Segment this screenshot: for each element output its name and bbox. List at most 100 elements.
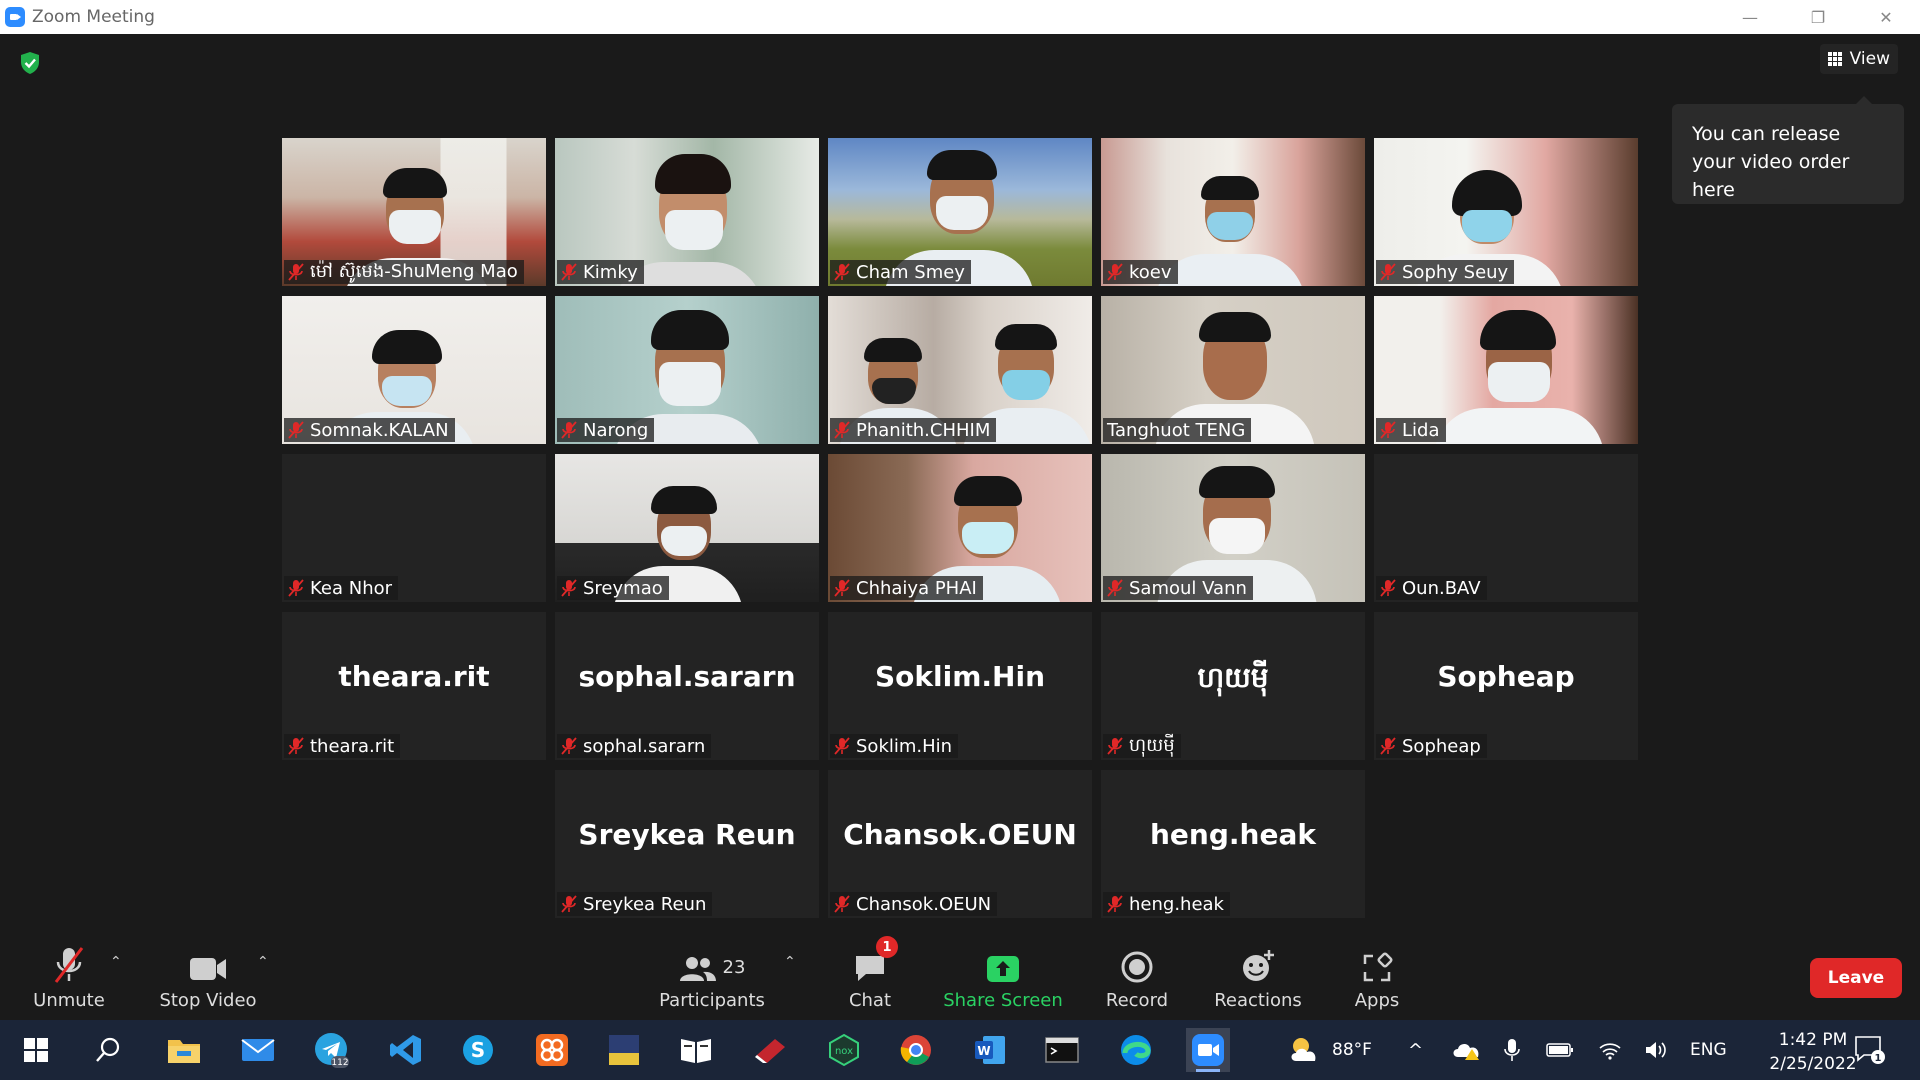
language-indicator[interactable]: ENG — [1690, 1020, 1727, 1080]
participant-name-tag: heng.heak — [1103, 892, 1230, 916]
taskbar-chrome[interactable] — [894, 1028, 938, 1072]
participant-tile[interactable]: Cham Smey — [828, 138, 1092, 286]
participant-name-tag: Lida — [1376, 418, 1446, 442]
notifications-button[interactable]: 1 — [1854, 1020, 1886, 1080]
taskbar-app-eraser[interactable] — [748, 1028, 792, 1072]
participant-tile[interactable]: Chhaiya PHAI — [828, 454, 1092, 602]
view-button[interactable]: View — [1819, 44, 1898, 74]
participant-name: Sophy Seuy — [1402, 261, 1509, 283]
taskbar-file-explorer[interactable] — [162, 1028, 206, 1072]
muted-mic-icon — [561, 737, 577, 755]
participant-tile[interactable]: Somnak.KALAN — [282, 296, 546, 444]
taskbar-vscode[interactable] — [384, 1028, 428, 1072]
participant-name: Oun.BAV — [1402, 577, 1481, 599]
telegram-badge: 112 — [331, 1058, 348, 1068]
taskbar-app-caldb[interactable] — [602, 1028, 646, 1072]
muted-mic-icon — [1107, 895, 1123, 913]
share-screen-button[interactable]: Share Screen — [943, 940, 1063, 1020]
chevron-up-icon: ^ — [1408, 1039, 1424, 1061]
participant-tile[interactable]: Kea Nhor — [282, 454, 546, 602]
show-hidden-icons-button[interactable]: ^ — [1408, 1020, 1423, 1080]
participant-name: ម៉ៅ ស៊ូមេង-ShuMeng Mao — [310, 260, 518, 282]
microphone-tray[interactable] — [1504, 1020, 1520, 1080]
network-tray[interactable] — [1598, 1020, 1622, 1080]
close-button[interactable]: ✕ — [1852, 0, 1920, 34]
participant-name: Kimky — [583, 261, 638, 283]
participant-tile[interactable]: Phanith.CHHIM — [828, 296, 1092, 444]
wifi-icon — [1599, 1043, 1621, 1060]
taskbar-mail[interactable] — [236, 1028, 280, 1072]
chat-unread-badge: 1 — [876, 936, 898, 958]
participants-button[interactable]: 23 Participants — [659, 940, 765, 1020]
taskbar-app-orange[interactable] — [530, 1028, 574, 1072]
participant-tile[interactable]: heng.heak heng.heak — [1101, 770, 1365, 918]
participant-tile[interactable]: Soklim.Hin Soklim.Hin — [828, 612, 1092, 760]
reactions-button[interactable]: Reactions — [1210, 940, 1306, 1020]
record-button[interactable]: Record — [1100, 940, 1174, 1020]
participant-tile[interactable]: Narong — [555, 296, 819, 444]
participant-name-tag: Soklim.Hin — [830, 734, 959, 758]
muted-mic-icon — [561, 263, 577, 281]
leave-button[interactable]: Leave — [1810, 958, 1902, 998]
taskbar-search-button[interactable] — [86, 1028, 130, 1072]
participant-tile[interactable]: ហុយមុី ហុយមុី — [1101, 612, 1365, 760]
participant-tile[interactable]: Lida — [1374, 296, 1638, 444]
weather-widget[interactable]: 88°F — [1288, 1020, 1372, 1080]
participant-tile[interactable]: Sreykea Reun Sreykea Reun — [555, 770, 819, 918]
participant-tile[interactable]: Samoul Vann — [1101, 454, 1365, 602]
stop-video-button[interactable]: Stop Video — [155, 940, 261, 1020]
apps-button[interactable]: Apps — [1350, 940, 1404, 1020]
muted-mic-icon — [1380, 421, 1396, 439]
notification-center-icon: 1 — [1855, 1036, 1885, 1064]
participant-name: Tanghuot TENG — [1107, 419, 1246, 441]
start-button[interactable] — [14, 1028, 58, 1072]
onedrive-tray[interactable] — [1452, 1020, 1482, 1080]
taskbar-app-book[interactable] — [674, 1028, 718, 1072]
video-options-caret-icon[interactable]: ⌃ — [257, 954, 271, 970]
weather-partly-cloudy-icon — [1291, 1038, 1316, 1061]
taskbar-telegram[interactable]: 112 — [310, 1028, 354, 1072]
minimize-button[interactable]: — — [1716, 0, 1784, 34]
windows-logo-icon — [24, 1038, 48, 1062]
unmute-button[interactable]: Unmute — [28, 940, 110, 1020]
participant-tile[interactable]: Kimky — [555, 138, 819, 286]
participant-name-tag: Sreykea Reun — [557, 892, 713, 916]
battery-tray[interactable] — [1546, 1020, 1574, 1080]
meeting-toolbar: Unmute ⌃ Stop Video ⌃ 23 Participants ⌃ … — [0, 936, 1920, 1020]
audio-options-caret-icon[interactable]: ⌃ — [110, 954, 124, 970]
taskbar-clock[interactable]: 1:42 PM 2/25/2022 — [1758, 1028, 1868, 1076]
participant-tile[interactable]: sophal.sararn sophal.sararn — [555, 612, 819, 760]
taskbar-terminal[interactable] — [1040, 1028, 1084, 1072]
participant-tile[interactable]: Oun.BAV — [1374, 454, 1638, 602]
record-icon — [1121, 951, 1153, 983]
taskbar-edge[interactable] — [1114, 1028, 1158, 1072]
vscode-icon — [390, 1035, 421, 1065]
participant-name-tag: theara.rit — [284, 734, 401, 758]
muted-mic-icon — [1107, 263, 1123, 281]
participant-name-tag: Kea Nhor — [284, 576, 399, 600]
participant-tile[interactable]: Chansok.OEUN Chansok.OEUN — [828, 770, 1092, 918]
participant-display-name: heng.heak — [1150, 818, 1316, 851]
participant-tile[interactable]: ម៉ៅ ស៊ូមេង-ShuMeng Mao — [282, 138, 546, 286]
participant-tile[interactable]: theara.rit theara.rit — [282, 612, 546, 760]
participant-name-tag: Sophy Seuy — [1376, 260, 1515, 284]
volume-tray[interactable] — [1644, 1020, 1668, 1080]
participants-options-caret-icon[interactable]: ⌃ — [784, 954, 798, 970]
taskbar-zoom[interactable] — [1186, 1028, 1230, 1072]
taskbar-app-nox[interactable]: nox — [822, 1028, 866, 1072]
taskbar-skype[interactable]: S — [456, 1028, 500, 1072]
participant-tile[interactable]: Sopheap Sopheap — [1374, 612, 1638, 760]
participant-tile[interactable]: koev — [1101, 138, 1365, 286]
participant-tile[interactable]: Sreymao — [555, 454, 819, 602]
participant-tile[interactable]: Sophy Seuy — [1374, 138, 1638, 286]
restore-button[interactable]: ❐ — [1784, 0, 1852, 34]
participant-name-tag: Sreymao — [557, 576, 669, 600]
reactions-label: Reactions — [1214, 990, 1302, 1011]
participant-name-tag: Oun.BAV — [1376, 576, 1487, 600]
participant-tile-active-speaker[interactable]: Tanghuot TENG — [1101, 296, 1365, 444]
encryption-shield-icon[interactable] — [19, 51, 41, 75]
muted-mic-icon — [834, 737, 850, 755]
muted-mic-icon — [834, 895, 850, 913]
taskbar-word[interactable]: W — [968, 1028, 1012, 1072]
chat-button[interactable]: 1 Chat — [840, 936, 900, 1020]
